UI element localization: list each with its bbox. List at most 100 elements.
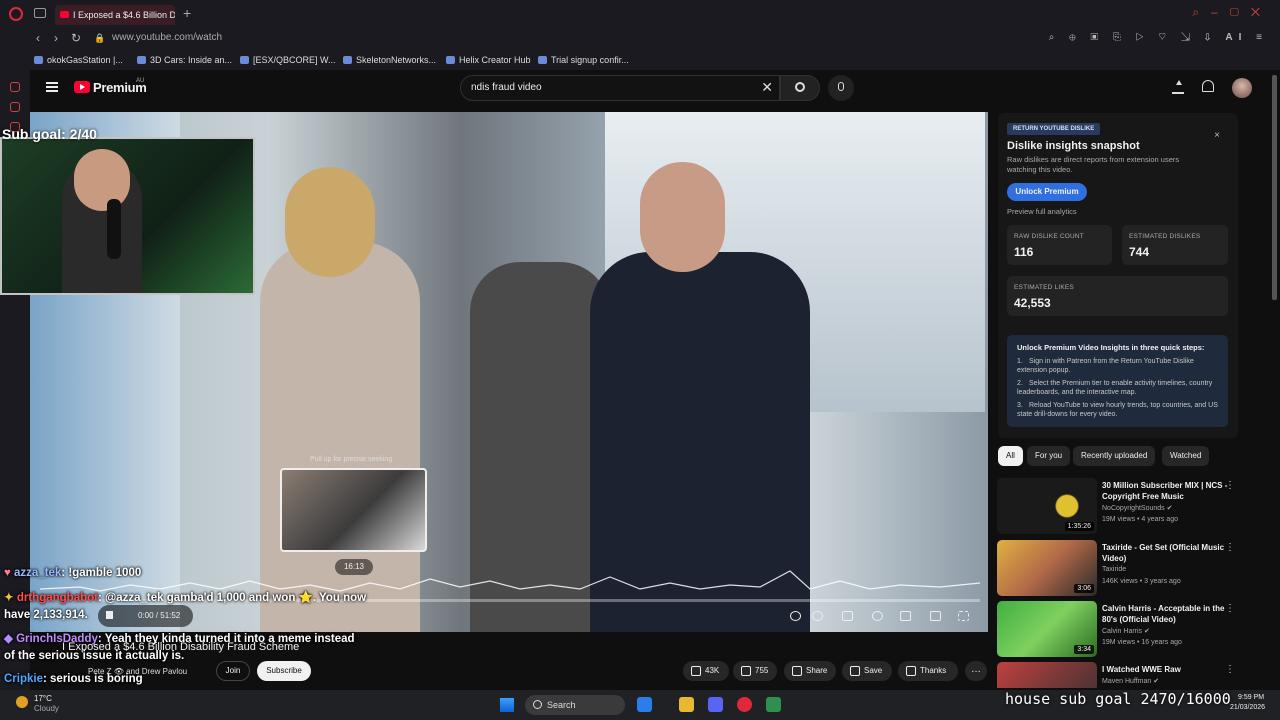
subscribe-button[interactable]: Subscribe (257, 661, 311, 681)
reload-icon[interactable]: ↻ (71, 31, 81, 45)
recommendation-channel[interactable]: Maven Huffman ✔ (1102, 677, 1159, 685)
unlock-premium-button[interactable]: Unlock Premium (1007, 183, 1087, 201)
dislike-button[interactable]: 755 (733, 661, 777, 681)
search-input[interactable]: ndis fraud video ✕ (460, 75, 780, 101)
recommendation-item[interactable]: 3:06 Taxiride - Get Set (Official Music … (997, 540, 1247, 596)
video-thumbnail[interactable]: 3:06 (997, 540, 1097, 596)
step-item: 2. Select the Premium tier to enable acti… (1017, 380, 1213, 396)
youtube-logo-icon[interactable] (74, 81, 90, 93)
notifications-bell-icon[interactable] (1202, 80, 1214, 92)
bookmark-item[interactable]: SkeletonNetworks... (343, 55, 436, 65)
weather-icon[interactable] (16, 696, 28, 708)
video-thumbnail[interactable]: 1:35:26 (997, 478, 1097, 534)
volume-icon[interactable] (106, 611, 113, 619)
recommendation-title[interactable]: 30 Million Subscriber MIX | NCS - Copyri… (1102, 480, 1237, 502)
clock-time[interactable]: 9:59 PM (1238, 694, 1264, 701)
recommendation-title[interactable]: I Watched WWE Raw (1102, 664, 1237, 675)
recommendation-title[interactable]: Taxiride - Get Set (Official Music Video… (1102, 542, 1237, 564)
discord-icon[interactable] (708, 697, 723, 712)
microphone-icon (838, 82, 844, 91)
thanks-button[interactable]: Thanks (898, 661, 958, 681)
video-thumbnail[interactable] (997, 662, 1097, 688)
autoplay-toggle-icon[interactable] (812, 611, 823, 621)
opera-logo-icon[interactable] (9, 7, 23, 21)
upload-icon[interactable] (1172, 80, 1184, 94)
new-tab-button[interactable]: + (183, 5, 191, 21)
recommendation-title[interactable]: Calvin Harris - Acceptable in the 80's (… (1102, 603, 1237, 625)
voice-search-button[interactable] (828, 75, 854, 101)
recommendation-item[interactable]: 1:35:26 30 Million Subscriber MIX | NCS … (997, 478, 1247, 534)
like-button[interactable]: 43K (683, 661, 729, 681)
recommendation-channel[interactable]: NoCopyrightSounds ✔ (1102, 504, 1172, 512)
fullscreen-icon[interactable] (958, 611, 969, 621)
extension-icons[interactable]: ⌕ ⊕ ▣ ⎘ ▷ ♡ ⇲ ⇩ AI ≡ (1049, 32, 1268, 43)
save-button[interactable]: Save (842, 661, 892, 681)
bookmark-item[interactable]: 3D Cars: Inside an... (137, 55, 232, 65)
channel-name[interactable]: Pete Z 👁 and Drew Pavlou (88, 667, 187, 676)
share-icon (792, 666, 802, 676)
account-avatar[interactable] (1232, 78, 1252, 98)
search-button[interactable] (780, 75, 820, 101)
house-sub-goal-counter: house sub goal 2470/16000 (1005, 690, 1231, 708)
recommendation-item[interactable]: I Watched WWE Raw Maven Huffman ✔ ⋮ (997, 662, 1247, 688)
chip-recently-uploaded[interactable]: Recently uploaded (1073, 446, 1156, 466)
opera-app-icon[interactable] (737, 697, 752, 712)
subtitles-icon[interactable] (842, 611, 853, 621)
url-field[interactable]: www.youtube.com/watch (112, 32, 222, 43)
chrome-app-icon[interactable] (637, 697, 652, 712)
player-right-controls (784, 607, 984, 627)
sidebar-messenger-icon[interactable] (10, 82, 20, 92)
bookmark-item[interactable]: Trial signup confir... (538, 55, 629, 65)
bookmark-item[interactable]: [ESX/QBCORE] W... (240, 55, 336, 65)
share-button[interactable]: Share (784, 661, 836, 681)
chat-message-continued: have 2,133,914. (4, 609, 88, 621)
more-options-icon[interactable]: ⋮ (1225, 480, 1235, 491)
weather-temperature[interactable]: 17°C (34, 694, 52, 703)
chat-text: : @azza_tek gamba'd 1,000 and won ⭐. You… (97, 592, 367, 604)
tab-title: I Exposed a $4.6 Billion Di (73, 10, 175, 20)
sidebar-music-icon[interactable] (10, 102, 20, 112)
recommendation-channel[interactable]: Calvin Harris ✔ (1102, 627, 1150, 635)
settings-gear-icon[interactable] (872, 611, 883, 621)
volume-time-controls[interactable]: 0:00 / 51:52 (98, 605, 193, 627)
back-icon[interactable]: ‹ (36, 31, 40, 45)
window-controls[interactable]: ⌕–▢✕ (1192, 5, 1272, 20)
weather-description[interactable]: Cloudy (34, 704, 59, 713)
recommendation-item[interactable]: 3:34 Calvin Harris - Acceptable in the 8… (997, 601, 1247, 657)
clear-search-icon[interactable]: ✕ (761, 79, 773, 96)
chip-for-you[interactable]: For you (1027, 446, 1071, 466)
bookmark-item[interactable]: Helix Creator Hub (446, 55, 531, 65)
recommendation-meta: 146K views • 3 years ago (1102, 578, 1181, 585)
chip-all[interactable]: All (998, 446, 1023, 466)
video-thumbnail[interactable]: 3:34 (997, 601, 1097, 657)
join-button[interactable]: Join (216, 661, 250, 681)
chip-watched[interactable]: Watched (1162, 446, 1210, 466)
clock-date[interactable]: 21/03/2026 (1230, 704, 1265, 711)
taskbar-search[interactable]: Search (525, 695, 625, 715)
more-options-icon[interactable]: ⋮ (1225, 603, 1235, 614)
bookmark-item[interactable]: okokGasStation |... (34, 55, 123, 65)
tab-manager-icon[interactable] (34, 8, 46, 18)
more-options-icon[interactable]: ⋮ (1225, 542, 1235, 553)
file-explorer-icon[interactable] (679, 697, 694, 712)
terminal-app-icon[interactable] (766, 697, 781, 712)
microphone-icon (107, 199, 121, 259)
time-display: 0:00 / 51:52 (138, 611, 181, 620)
more-actions-button[interactable]: … (965, 661, 987, 681)
windows-start-icon[interactable] (500, 698, 514, 712)
steps-title: Unlock Premium Video Insights in three q… (1017, 343, 1205, 352)
hamburger-menu-icon[interactable] (46, 82, 58, 92)
search-icon[interactable] (790, 611, 801, 621)
page-scrollbar[interactable] (1272, 75, 1277, 300)
close-icon[interactable]: × (1214, 130, 1220, 141)
forward-icon[interactable]: › (54, 31, 58, 45)
preview-analytics-link[interactable]: Preview full analytics (1007, 207, 1077, 216)
more-options-icon[interactable]: ⋮ (1225, 664, 1235, 675)
cast-icon[interactable] (930, 611, 941, 621)
recommendation-channel[interactable]: Taxiride (1102, 566, 1126, 573)
browser-tab-active[interactable]: I Exposed a $4.6 Billion Di (55, 5, 175, 25)
miniplayer-icon[interactable] (900, 611, 911, 621)
bookmarks-bar: okokGasStation |... 3D Cars: Inside an..… (0, 50, 1280, 70)
search-query[interactable]: ndis fraud video (471, 82, 542, 93)
dislike-insights-panel: RETURN YOUTUBE DISLIKE × Dislike insight… (998, 113, 1238, 438)
